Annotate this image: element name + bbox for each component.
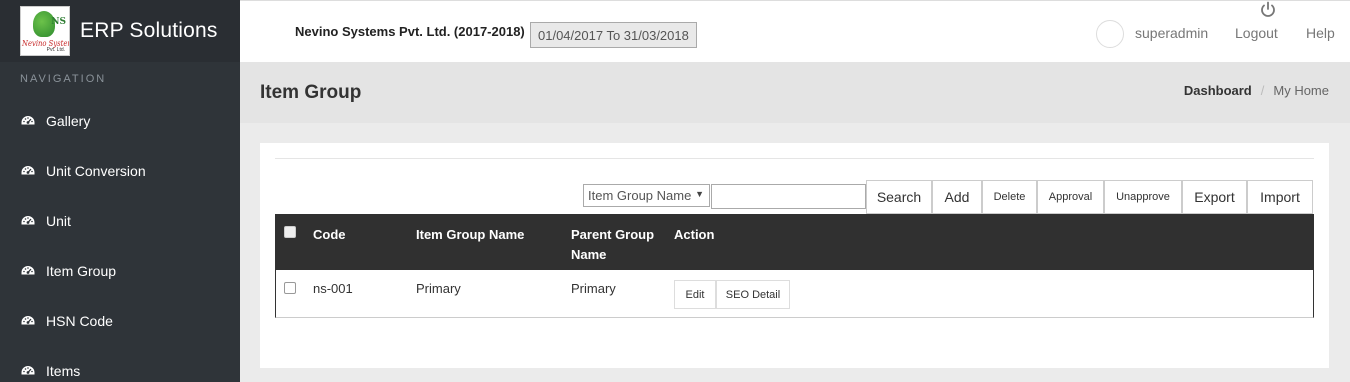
toolbar: Item Group Name ▼ Search Add Delete Appr…	[260, 180, 1329, 214]
column-header-item-group-name: Item Group Name	[416, 227, 525, 242]
app-title: ERP Solutions	[80, 19, 218, 42]
financial-year-range[interactable]: 01/04/2017 To 31/03/2018	[530, 22, 697, 48]
approval-button[interactable]: Approval	[1037, 180, 1104, 214]
sidebar-item-label: Unit	[46, 213, 71, 229]
username-link[interactable]: superadmin	[1135, 25, 1208, 41]
search-input[interactable]	[711, 184, 866, 209]
cell-item-group-name: Primary	[416, 281, 461, 296]
breadcrumb-dashboard[interactable]: Dashboard	[1184, 83, 1252, 98]
content-panel: Item Group Name ▼ Search Add Delete Appr…	[260, 143, 1329, 368]
search-field-select[interactable]: Item Group Name ▼	[583, 184, 710, 207]
sidebar-item-gallery[interactable]: Gallery	[0, 96, 240, 146]
breadcrumb-separator: /	[1260, 83, 1265, 98]
cell-parent-group-name: Primary	[571, 281, 616, 296]
sidebar-item-label: Unit Conversion	[46, 163, 146, 179]
dashboard-icon	[20, 313, 36, 329]
top-bar: Nevino Systems Pvt. Ltd. (2017-2018) 01/…	[240, 0, 1350, 62]
column-header-line: Name	[571, 247, 607, 262]
sidebar-item-unit-conversion[interactable]: Unit Conversion	[0, 146, 240, 196]
row-checkbox[interactable]	[284, 282, 296, 294]
export-button[interactable]: Export	[1182, 180, 1247, 214]
add-button[interactable]: Add	[932, 180, 982, 214]
column-header-action: Action	[674, 227, 715, 242]
dashboard-icon	[20, 163, 36, 179]
cell-code: ns-001	[313, 281, 353, 296]
import-button[interactable]: Import	[1247, 180, 1313, 214]
dashboard-icon	[20, 363, 36, 379]
logo-pvt-text: Pvt. Ltd.	[46, 47, 65, 53]
page-header: Item Group Dashboard / My Home	[240, 62, 1350, 123]
sidebar-item-label: Item Group	[46, 263, 117, 279]
company-logo[interactable]: NS Nevino Systems Pvt. Ltd.	[20, 6, 70, 56]
unapprove-button[interactable]: Unapprove	[1104, 180, 1182, 214]
table-row: ns-001 Primary Primary Edit SEO Detail	[275, 270, 1314, 318]
logo-ns-text: NS	[51, 17, 66, 27]
table-header: Code Item Group Name Parent Group Name A…	[275, 214, 1314, 270]
column-header-code: Code	[313, 227, 346, 242]
nav-list: Gallery Unit Conversion Unit Item Group …	[0, 96, 240, 382]
search-button[interactable]: Search	[866, 180, 932, 214]
divider	[275, 158, 1314, 159]
seo-detail-button[interactable]: SEO Detail	[716, 280, 790, 309]
brand: NS Nevino Systems Pvt. Ltd. ERP Solution…	[0, 0, 240, 62]
sidebar-item-label: HSN Code	[46, 313, 113, 329]
sidebar-item-label: Gallery	[46, 113, 91, 129]
dashboard-icon	[20, 113, 36, 129]
select-value: Item Group Name	[588, 188, 692, 203]
column-header-parent-group-name: Parent Group Name	[571, 225, 654, 265]
sidebar: NS Nevino Systems Pvt. Ltd. ERP Solution…	[0, 0, 240, 382]
sidebar-item-unit[interactable]: Unit	[0, 196, 240, 246]
help-link[interactable]: Help	[1306, 25, 1335, 41]
item-group-table: Code Item Group Name Parent Group Name A…	[275, 214, 1314, 318]
nav-heading: NAVIGATION	[20, 73, 107, 85]
breadcrumb-my-home[interactable]: My Home	[1273, 83, 1329, 98]
power-icon[interactable]	[1259, 1, 1277, 22]
column-header-line: Parent Group	[571, 227, 655, 242]
caret-down-icon: ▼	[695, 189, 704, 199]
company-name: Nevino Systems Pvt. Ltd. (2017-2018)	[295, 24, 525, 39]
sidebar-item-label: Items	[46, 363, 81, 379]
edit-button[interactable]: Edit	[674, 280, 716, 309]
logout-link[interactable]: Logout	[1235, 25, 1278, 41]
sidebar-item-item-group[interactable]: Item Group	[0, 246, 240, 296]
page-title: Item Group	[260, 82, 362, 103]
sidebar-item-items[interactable]: Items	[0, 346, 240, 382]
user-avatar[interactable]	[1096, 20, 1124, 48]
dashboard-icon	[20, 213, 36, 229]
breadcrumb: Dashboard / My Home	[1184, 83, 1329, 98]
dashboard-icon	[20, 263, 36, 279]
delete-button[interactable]: Delete	[982, 180, 1037, 214]
select-all-checkbox[interactable]	[284, 226, 296, 238]
sidebar-item-hsn-code[interactable]: HSN Code	[0, 296, 240, 346]
